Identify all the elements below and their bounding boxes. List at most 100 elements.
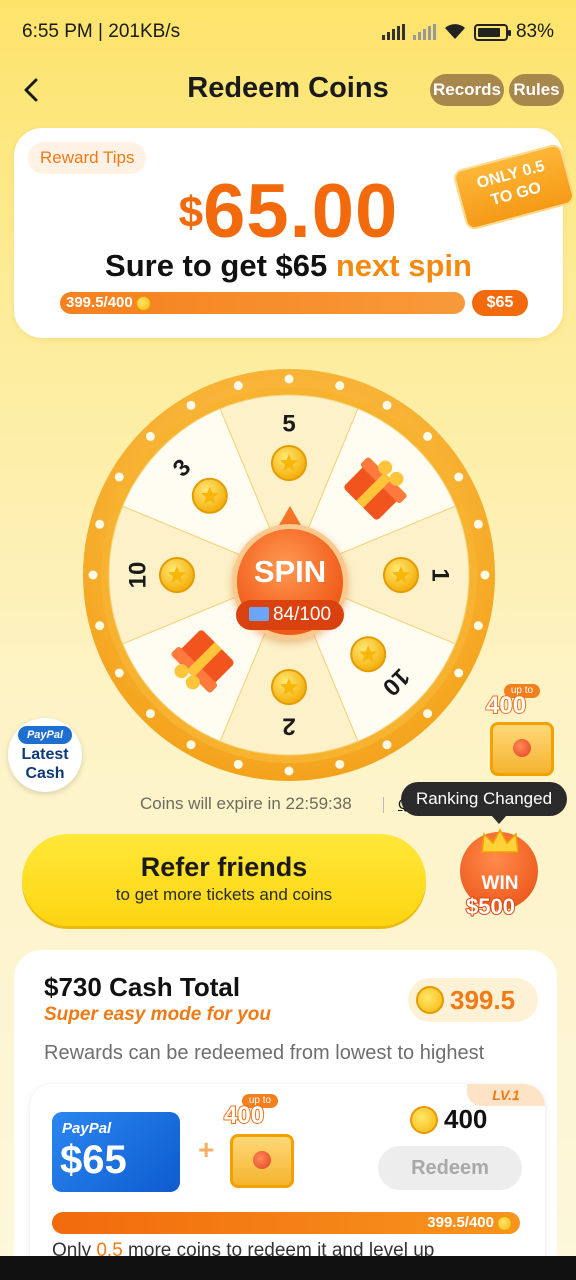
coin-icon [383,557,419,593]
coin-icon [497,1215,512,1231]
coin-icon [416,986,444,1014]
next-spin-message: Sure to get $65 next spin [14,248,563,284]
upto-badge: up to 400 [485,684,558,722]
wheel-light [454,472,464,482]
segment-value: 5 [282,410,295,437]
paypal-card: PayPal $65 [52,1112,180,1192]
wheel-light [186,740,196,750]
refer-subtitle: to get more tickets and coins [115,885,333,904]
segment-value: 2 [282,713,295,740]
plus-icon: + [198,1134,215,1165]
level-upto-badge: up to 400 [223,1094,296,1132]
wheel-light [382,400,392,410]
latest-cash-badge[interactable]: PayPal Latest Cash [8,718,82,792]
wheel-light [233,381,243,391]
signal-icon-2 [412,24,436,40]
rules-button[interactable]: Rules [509,74,564,106]
segment-value: 1 [427,568,454,581]
wheel-light [233,759,243,769]
coin-icon [159,557,195,593]
reward-card: Reward Tips $65.00 Sure to get $65 next … [14,128,563,338]
reward-progress-bar: 399.5/400 [60,292,466,314]
spin-label: SPIN [253,554,327,589]
cash-label: Cash [25,765,65,782]
coin-icon [191,477,228,514]
upto-value: 400 [485,691,527,720]
battery-icon [473,23,511,41]
sure-highlight: next spin [335,248,472,283]
battery-level: 83% [515,21,554,42]
level-tag: LV.1 [467,1084,545,1106]
level-reward-card: LV.1 PayPal $65 + up to 400 400 Redeem 3… [30,1084,545,1280]
wheel-light [145,431,155,441]
crown-icon [481,828,519,853]
coin-icon [271,445,307,481]
redeem-order-note: Rewards can be redeemed from lowest to h… [44,1042,485,1064]
wheel-light [423,709,433,719]
wheel-light [335,381,345,391]
wheel-light [186,400,196,410]
reward-progress-label: 399.5/400 [66,292,151,314]
wheel-light [382,740,392,750]
wheel-light [284,374,294,384]
wheel-light [95,621,105,631]
wheel-light [284,766,294,776]
wheel-light [95,519,105,529]
ticket-count-value: 84/100 [272,604,332,625]
chest-reward-widget[interactable]: up to 400 [480,680,566,784]
sure-prefix: Sure to get $65 [105,248,336,283]
coin-icon [135,295,151,311]
win-500-widget[interactable]: WIN $500 [460,826,540,922]
win-label: WIN [481,873,519,894]
refer-friends-button[interactable]: Refer friends to get more tickets and co… [22,834,426,926]
level-price: 400 [410,1104,487,1135]
win-amount: $500 [465,893,516,920]
reward-target-badge: $65 [472,290,528,316]
segment-value: 10 [124,562,151,589]
wheel-light [114,668,124,678]
coin-balance-value: 399.5 [450,984,516,1015]
wheel-light [473,621,483,631]
redeem-button[interactable]: Redeem [378,1146,522,1190]
cash-total-title: $730 Cash Total [44,972,241,1002]
coin-balance: 399.5 [408,978,538,1022]
ranking-changed-tooltip: Ranking Changed [401,782,567,824]
wheel-light [480,570,490,580]
level-progress-text: 399.5/400 [427,1214,494,1231]
wheel-light [114,472,124,482]
status-time: 6:55 PM | 201KB/s [22,21,181,42]
wheel-light [454,668,464,678]
currency-symbol: $ [178,188,204,237]
wheel-light [88,570,98,580]
separator [383,797,384,813]
signal-icon [381,24,405,40]
status-icons: 83% [381,21,554,43]
wheel-light [473,519,483,529]
cash-subtitle: Super easy mode for you [44,1004,272,1025]
level-chest-icon [230,1134,294,1188]
cash-total-card: $730 Cash Total Super easy mode for you … [14,950,557,1280]
treasure-chest-icon [490,722,554,776]
coin-icon [410,1105,438,1134]
level-chest: up to 400 [216,1094,302,1194]
amount-value: 65.00 [203,169,399,254]
ticket-icon [248,607,269,621]
level-price-value: 400 [444,1104,488,1134]
wifi-icon [444,24,465,39]
system-nav-bar [0,1256,576,1280]
coin-icon [271,669,307,705]
ticket-count: 84/100 [236,600,344,630]
coin-icon [350,636,387,673]
wheel-light [145,709,155,719]
refer-title: Refer friends [140,852,308,882]
paypal-logo: PayPal [18,726,72,744]
level-progress-label: 399.5/400 [427,1212,512,1234]
records-button[interactable]: Records [430,74,504,106]
coins-expire-text: Coins will expire in 22:59:38 [140,794,352,813]
status-bar: 6:55 PM | 201KB/s 83% [0,0,576,64]
latest-label: Latest [21,746,69,763]
header: Redeem Coins Records Rules [0,66,576,114]
spin-button[interactable]: SPIN 84/100 [228,506,352,640]
paypal-amount: $65 [60,1138,127,1182]
wheel-light [423,431,433,441]
